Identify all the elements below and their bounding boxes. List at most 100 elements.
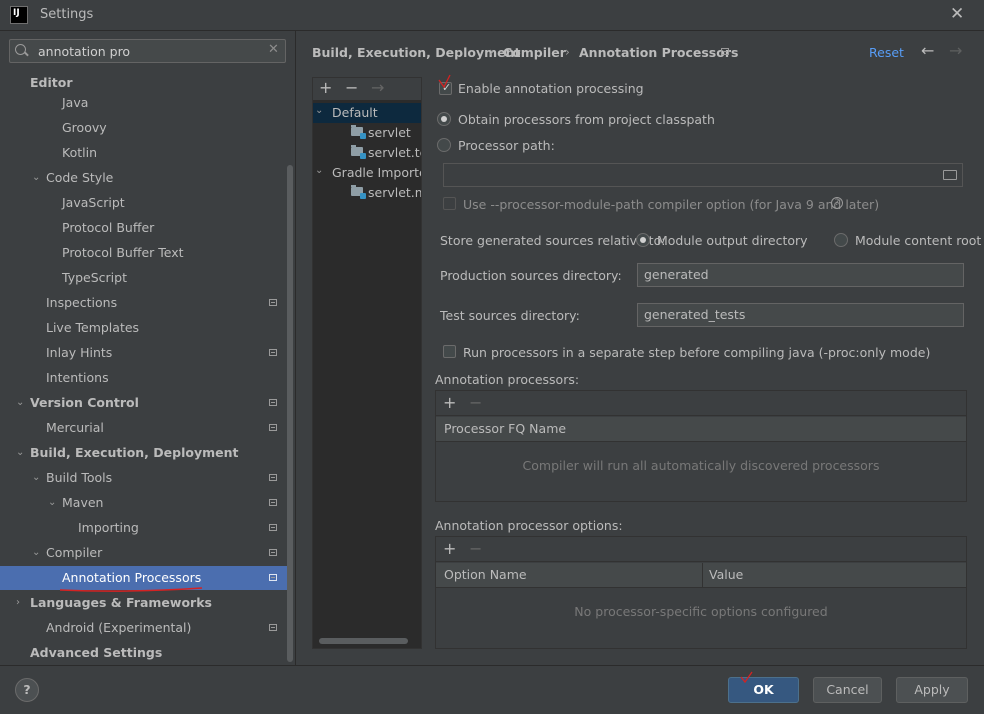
move-icon[interactable]: → (371, 80, 384, 96)
sidebar-item-android-experimental[interactable]: Android (Experimental) (46, 617, 191, 639)
profile-gradle-imported[interactable]: Gradle Imported (332, 163, 421, 183)
sidebar-item-importing[interactable]: Importing (78, 517, 139, 539)
apply-button[interactable]: Apply (896, 677, 968, 703)
chevron-right-icon: › (565, 45, 570, 59)
processor-path-label[interactable]: Processor path: (458, 138, 555, 153)
profile-module-servlet-main[interactable]: servlet.main (368, 183, 421, 203)
run-separate-step-checkbox[interactable] (443, 345, 456, 358)
module-output-label[interactable]: Module output directory (657, 233, 808, 248)
chevron-right-icon[interactable]: › (16, 597, 20, 608)
sidebar-item-build-execution-deployment[interactable]: Build, Execution, Deployment (30, 442, 238, 464)
breadcrumb-compiler[interactable]: Compiler (503, 45, 566, 60)
sidebar-item-inspections[interactable]: Inspections (46, 292, 117, 314)
chevron-down-icon[interactable]: ⌄ (16, 397, 24, 408)
sidebar-item-mercurial[interactable]: Mercurial (46, 417, 104, 439)
test-sources-field[interactable]: generated_tests (637, 303, 964, 327)
chevron-down-icon[interactable]: ⌄ (16, 447, 24, 458)
remove-icon[interactable]: − (345, 80, 358, 96)
clear-search-icon[interactable]: ✕ (268, 42, 279, 57)
enable-annotation-processing-label[interactable]: Enable annotation processing (458, 81, 644, 96)
add-icon[interactable]: + (443, 395, 456, 411)
processor-fq-name-column[interactable]: Processor FQ Name (444, 417, 566, 441)
sidebar-item-code-style[interactable]: Code Style (46, 167, 113, 189)
sidebar-item-editor[interactable]: Editor (30, 72, 73, 94)
production-sources-field[interactable]: generated (637, 263, 964, 287)
run-separate-step-label[interactable]: Run processors in a separate step before… (463, 345, 930, 360)
sidebar-item-protocol-buffer[interactable]: Protocol Buffer (62, 217, 154, 239)
browse-folder-icon[interactable] (943, 170, 957, 180)
sidebar-scrollbar[interactable] (287, 165, 293, 662)
sidebar-item-javascript[interactable]: JavaScript (62, 192, 125, 214)
module-content-label[interactable]: Module content root (855, 233, 981, 248)
sidebar-item-advanced-settings[interactable]: Advanced Settings (30, 642, 162, 664)
window-title: Settings (40, 7, 94, 22)
processor-options-title: Annotation processor options: (435, 518, 623, 533)
sidebar-item-languages-frameworks[interactable]: Languages & Frameworks (30, 592, 212, 614)
sidebar-item-build-tools[interactable]: Build Tools (46, 467, 112, 489)
remove-icon[interactable]: − (469, 395, 482, 411)
module-folder-icon (351, 185, 366, 199)
sidebar-item-intentions[interactable]: Intentions (46, 367, 109, 389)
help-button[interactable]: ? (15, 678, 39, 702)
sidebar-item-protocol-buffer-text[interactable]: Protocol Buffer Text (62, 242, 184, 264)
sidebar-item-maven[interactable]: Maven (62, 492, 103, 514)
sidebar-item-compiler[interactable]: Compiler (46, 542, 102, 564)
empty-table-text: Compiler will run all automatically disc… (522, 458, 880, 473)
table-header: Option Name Value (436, 563, 966, 588)
add-icon[interactable]: + (319, 80, 332, 96)
profile-module-servlet-test[interactable]: servlet.test (368, 143, 421, 163)
project-scope-icon (269, 624, 277, 631)
processor-module-path-checkbox[interactable] (443, 197, 456, 210)
obtain-from-classpath-radio[interactable] (437, 112, 451, 126)
back-arrow-icon[interactable]: ← (921, 41, 934, 60)
processor-module-path-label[interactable]: Use --processor-module-path compiler opt… (463, 197, 879, 212)
sidebar-item-live-templates[interactable]: Live Templates (46, 317, 139, 339)
processor-options-table: + − Option Name Value No processor-speci… (435, 536, 967, 649)
project-scope-icon (721, 48, 729, 55)
chevron-right-icon: › (489, 45, 494, 59)
sidebar-item-inlay-hints[interactable]: Inlay Hints (46, 342, 112, 364)
column-divider (702, 563, 703, 587)
empty-table-text: No processor-specific options configured (574, 604, 828, 619)
value-column[interactable]: Value (709, 563, 743, 587)
close-icon[interactable]: ✕ (950, 4, 964, 24)
chevron-down-icon[interactable]: ⌄ (48, 497, 56, 508)
cancel-button[interactable]: Cancel (813, 677, 882, 703)
profile-module-servlet[interactable]: servlet (368, 123, 421, 143)
sidebar-item-java[interactable]: Java (62, 92, 88, 114)
sidebar-item-typescript[interactable]: TypeScript (62, 267, 127, 289)
table-toolbar (436, 537, 966, 562)
annotation-processors-title: Annotation processors: (435, 372, 580, 387)
profiles-scrollbar[interactable] (319, 638, 408, 644)
obtain-from-classpath-label[interactable]: Obtain processors from project classpath (458, 112, 715, 127)
project-scope-icon (269, 574, 277, 581)
help-icon[interactable]: ? (831, 197, 843, 209)
sidebar-item-kotlin[interactable]: Kotlin (62, 142, 97, 164)
profile-default[interactable]: Default (332, 103, 378, 123)
annotation-checkmark (438, 74, 451, 89)
chevron-down-icon[interactable]: ⌄ (32, 547, 40, 558)
option-name-column[interactable]: Option Name (444, 563, 527, 587)
table-header: Processor FQ Name (436, 417, 966, 442)
sidebar-item-groovy[interactable]: Groovy (62, 117, 107, 139)
store-generated-label: Store generated sources relative to: (440, 233, 666, 248)
module-content-radio[interactable] (834, 233, 848, 247)
chevron-down-icon[interactable]: ⌄ (32, 472, 40, 483)
project-scope-icon (269, 499, 277, 506)
chevron-down-icon[interactable]: ⌄ (315, 105, 323, 116)
production-sources-label: Production sources directory: (440, 268, 622, 283)
test-sources-label: Test sources directory: (440, 308, 580, 323)
project-scope-icon (269, 349, 277, 356)
module-output-radio[interactable] (636, 233, 650, 247)
sidebar-item-version-control[interactable]: Version Control (30, 392, 139, 414)
search-value[interactable]: annotation pro (38, 44, 130, 59)
title-bar (0, 0, 984, 31)
add-icon[interactable]: + (443, 541, 456, 557)
chevron-down-icon[interactable]: ⌄ (315, 165, 323, 176)
forward-arrow-icon[interactable]: → (949, 41, 962, 60)
reset-link[interactable]: Reset (869, 45, 904, 60)
remove-icon[interactable]: − (469, 541, 482, 557)
processor-path-radio[interactable] (437, 138, 451, 152)
processor-path-field[interactable] (443, 163, 963, 187)
chevron-down-icon[interactable]: ⌄ (32, 172, 40, 183)
